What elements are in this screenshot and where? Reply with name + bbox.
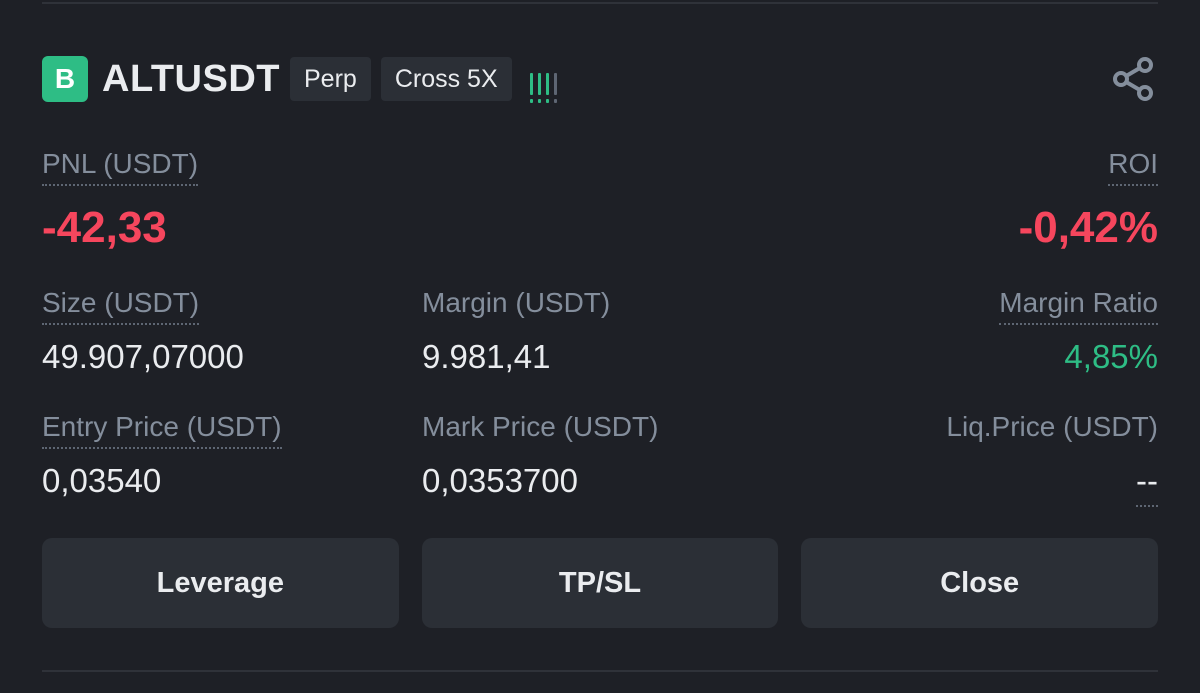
top-divider (42, 2, 1158, 4)
entry-price-label[interactable]: Entry Price (USDT) (42, 413, 282, 449)
margin-value: 9.981,41 (422, 338, 551, 375)
mark-price-value: 0,0353700 (422, 462, 578, 499)
margin-ratio-label[interactable]: Margin Ratio (999, 289, 1158, 325)
margin-mode-leverage-tag[interactable]: Cross 5X (380, 57, 512, 101)
liq-price-label: Liq.Price (USDT) (946, 411, 1158, 442)
close-button[interactable]: Close (801, 538, 1159, 628)
side-badge: B (42, 56, 88, 102)
symbol-title[interactable]: ALTUSDT (102, 58, 280, 101)
share-icon[interactable] (1108, 54, 1158, 104)
action-buttons: Leverage TP/SL Close (42, 538, 1159, 628)
roi-value: -0,42% (1018, 203, 1158, 252)
pnl-value: -42,33 (42, 203, 167, 252)
pnl-label[interactable]: PNL (USDT) (42, 150, 199, 186)
adl-indicator-icon[interactable] (529, 63, 557, 103)
contract-type-tag: Perp (290, 57, 371, 101)
size-value: 49.907,07000 (42, 338, 244, 375)
position-header: B ALTUSDT Perp Cross 5X (42, 55, 1158, 103)
liq-price-value[interactable]: -- (1136, 464, 1158, 507)
margin-ratio-value: 4,85% (1064, 338, 1158, 375)
adl-bar (553, 73, 557, 103)
adl-bar (529, 73, 533, 103)
roi-label[interactable]: ROI (1108, 150, 1158, 186)
leverage-button[interactable]: Leverage (42, 538, 399, 628)
mark-price-label: Mark Price (USDT) (422, 411, 659, 442)
adl-bar (545, 73, 549, 103)
adl-bar (537, 73, 541, 103)
bottom-divider (42, 670, 1158, 672)
tpsl-button[interactable]: TP/SL (421, 538, 779, 628)
entry-price-value: 0,03540 (42, 462, 162, 499)
size-label[interactable]: Size (USDT) (42, 289, 200, 325)
margin-label: Margin (USDT) (422, 287, 611, 318)
